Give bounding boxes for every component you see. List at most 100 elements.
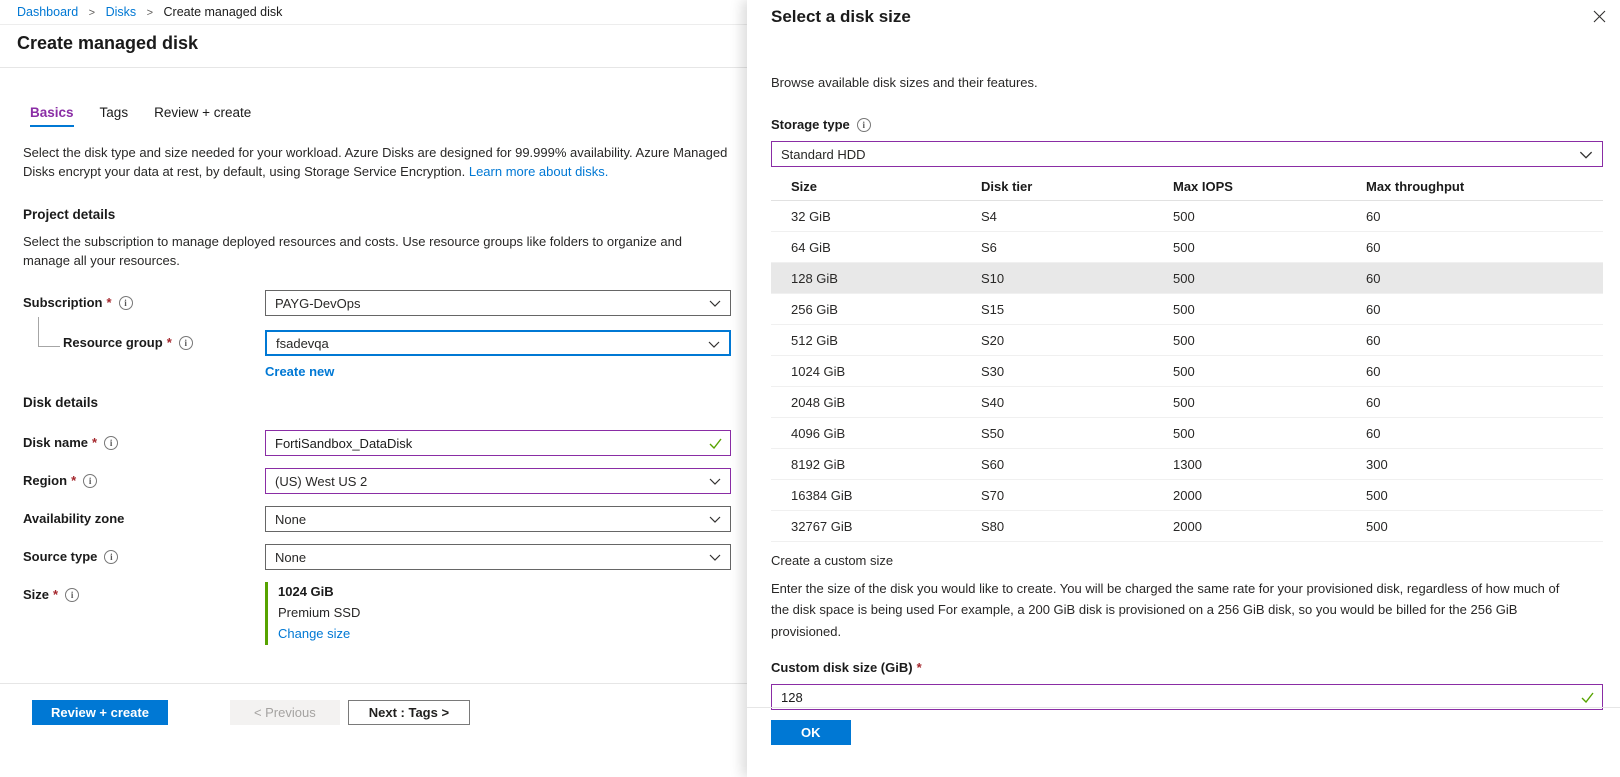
subscription-label: Subscription * <box>23 290 265 310</box>
disk-size-row[interactable]: 8192 GiB S60 1300 300 <box>771 449 1603 480</box>
chevron-down-icon <box>708 341 720 349</box>
disk-size-row-selected[interactable]: 128 GiB S10 500 60 <box>771 263 1603 294</box>
subscription-dropdown[interactable]: PAYG-DevOps <box>265 290 731 317</box>
disk-size-row[interactable]: 64 GiB S6 500 60 <box>771 232 1603 263</box>
close-icon[interactable] <box>1592 9 1607 24</box>
required-marker: * <box>92 435 98 451</box>
create-custom-size-heading: Create a custom size <box>771 553 894 568</box>
disk-name-label: Disk name * <box>23 430 265 450</box>
size-field-row: Size * 1024 GiB Premium SSD Change size <box>23 582 731 646</box>
disk-size-row[interactable]: 1024 GiB S30 500 60 <box>771 356 1603 387</box>
chevron-down-icon <box>709 300 721 308</box>
disk-size-table-header: Size Disk tier Max IOPS Max throughput <box>771 172 1603 201</box>
region-field-row: Region * (US) West US 2 <box>23 468 731 495</box>
breadcrumb-disks-link[interactable]: Disks <box>106 5 137 19</box>
chevron-down-icon <box>1579 151 1593 159</box>
chevron-down-icon <box>709 516 721 524</box>
info-icon[interactable] <box>104 435 119 450</box>
breadcrumb: Dashboard > Disks > Create managed disk <box>0 0 747 25</box>
review-create-button[interactable]: Review + create <box>32 700 168 725</box>
chevron-down-icon <box>709 554 721 562</box>
intro-body: Select the disk type and size needed for… <box>23 145 728 179</box>
disk-size-row[interactable]: 16384 GiB S70 2000 500 <box>771 480 1603 511</box>
info-icon[interactable] <box>856 117 871 132</box>
project-details-form: Subscription * PAYG-DevOps Resource grou… <box>23 290 731 379</box>
info-icon[interactable] <box>65 587 80 602</box>
tab-tags[interactable]: Tags <box>100 105 129 127</box>
tab-review-create[interactable]: Review + create <box>154 105 251 127</box>
change-size-link[interactable]: Change size <box>278 626 350 641</box>
breadcrumb-dashboard-link[interactable]: Dashboard <box>17 5 78 19</box>
region-label: Region * <box>23 468 265 488</box>
panel-title: Select a disk size <box>771 7 911 26</box>
size-tier: Premium SSD <box>278 605 361 621</box>
tab-basics[interactable]: Basics <box>30 105 74 127</box>
hierarchy-connector <box>38 317 60 348</box>
panel-footer: OK <box>747 707 1620 777</box>
size-summary: 1024 GiB Premium SSD Change size <box>265 582 731 646</box>
next-tags-button[interactable]: Next : Tags > <box>347 700 471 725</box>
required-marker: * <box>916 660 922 676</box>
availability-zone-label: Availability zone <box>23 511 125 527</box>
disk-name-input-wrap <box>265 430 731 457</box>
project-details-description: Select the subscription to manage deploy… <box>23 233 683 268</box>
source-type-dropdown[interactable]: None <box>265 544 731 571</box>
required-marker: * <box>71 473 77 489</box>
required-marker: * <box>106 295 112 311</box>
breadcrumb-separator-icon: > <box>88 7 96 19</box>
source-type-label: Source type <box>23 544 265 564</box>
custom-disk-size-label: Custom disk size (GiB) * <box>771 660 922 676</box>
required-marker: * <box>53 587 59 603</box>
panel-description: Browse available disk sizes and their fe… <box>771 75 1038 90</box>
region-dropdown[interactable]: (US) West US 2 <box>265 468 731 495</box>
column-header-disk-tier: Disk tier <box>981 178 1033 194</box>
chevron-down-icon <box>709 478 721 486</box>
info-icon[interactable] <box>104 549 119 564</box>
create-managed-disk-page: Dashboard > Disks > Create managed disk … <box>0 0 747 777</box>
disk-details-form: Disk name * Region * <box>23 430 731 646</box>
project-details-heading: Project details <box>23 206 116 222</box>
azure-portal-screen: Dashboard > Disks > Create managed disk … <box>0 0 1620 777</box>
disk-name-input[interactable] <box>275 435 702 451</box>
subscription-field-row: Subscription * PAYG-DevOps <box>23 290 731 317</box>
create-new-link[interactable]: Create new <box>265 364 334 379</box>
storage-type-label: Storage type <box>771 117 1603 132</box>
page-title: Create managed disk <box>0 25 747 68</box>
learn-more-disks-link[interactable]: Learn more about disks. <box>469 164 608 179</box>
size-label: Size * <box>23 582 265 602</box>
info-icon[interactable] <box>118 295 133 310</box>
size-value: 1024 GiB <box>278 584 334 600</box>
disk-size-row[interactable]: 4096 GiB S50 500 60 <box>771 418 1603 449</box>
required-marker: * <box>166 335 172 351</box>
disk-size-row[interactable]: 32767 GiB S80 2000 500 <box>771 511 1603 542</box>
wizard-footer: Review + create < Previous Next : Tags > <box>0 683 747 777</box>
disk-size-row[interactable]: 512 GiB S20 500 60 <box>771 325 1603 356</box>
select-disk-size-panel: Select a disk size Browse available disk… <box>747 0 1620 777</box>
custom-disk-size-input[interactable] <box>781 689 1574 705</box>
intro-text: Select the disk type and size needed for… <box>23 144 731 182</box>
column-header-size: Size <box>791 178 818 194</box>
storage-type-dropdown[interactable]: Standard HDD <box>771 141 1603 167</box>
resource-group-dropdown[interactable]: fsadevqa <box>265 330 731 357</box>
valid-check-icon <box>1581 692 1594 704</box>
disk-details-heading: Disk details <box>23 395 99 411</box>
disk-size-table: Size Disk tier Max IOPS Max throughput 3… <box>771 172 1603 542</box>
disk-size-row[interactable]: 256 GiB S15 500 60 <box>771 294 1603 325</box>
disk-name-field-row: Disk name * <box>23 430 731 457</box>
breadcrumb-separator-icon: > <box>146 7 154 19</box>
disk-size-row[interactable]: 32 GiB S4 500 60 <box>771 201 1603 232</box>
breadcrumb-current: Create managed disk <box>163 5 283 19</box>
disk-size-row[interactable]: 2048 GiB S40 500 60 <box>771 387 1603 418</box>
ok-button[interactable]: OK <box>771 720 851 745</box>
column-header-max-throughput: Max throughput <box>1366 178 1465 194</box>
column-header-max-iops: Max IOPS <box>1173 178 1233 194</box>
previous-button[interactable]: < Previous <box>229 700 340 725</box>
basics-tab-content: Basics Tags Review + create Select the d… <box>0 105 747 646</box>
source-type-field-row: Source type None <box>23 544 731 571</box>
resource-group-field-row: Resource group * fsadevqa Create new <box>23 330 731 379</box>
info-icon[interactable] <box>178 335 193 350</box>
availability-zone-dropdown[interactable]: None <box>265 506 731 533</box>
info-icon[interactable] <box>83 473 98 488</box>
valid-check-icon <box>709 438 722 450</box>
custom-size-description: Enter the size of the disk you would lik… <box>771 581 1560 639</box>
